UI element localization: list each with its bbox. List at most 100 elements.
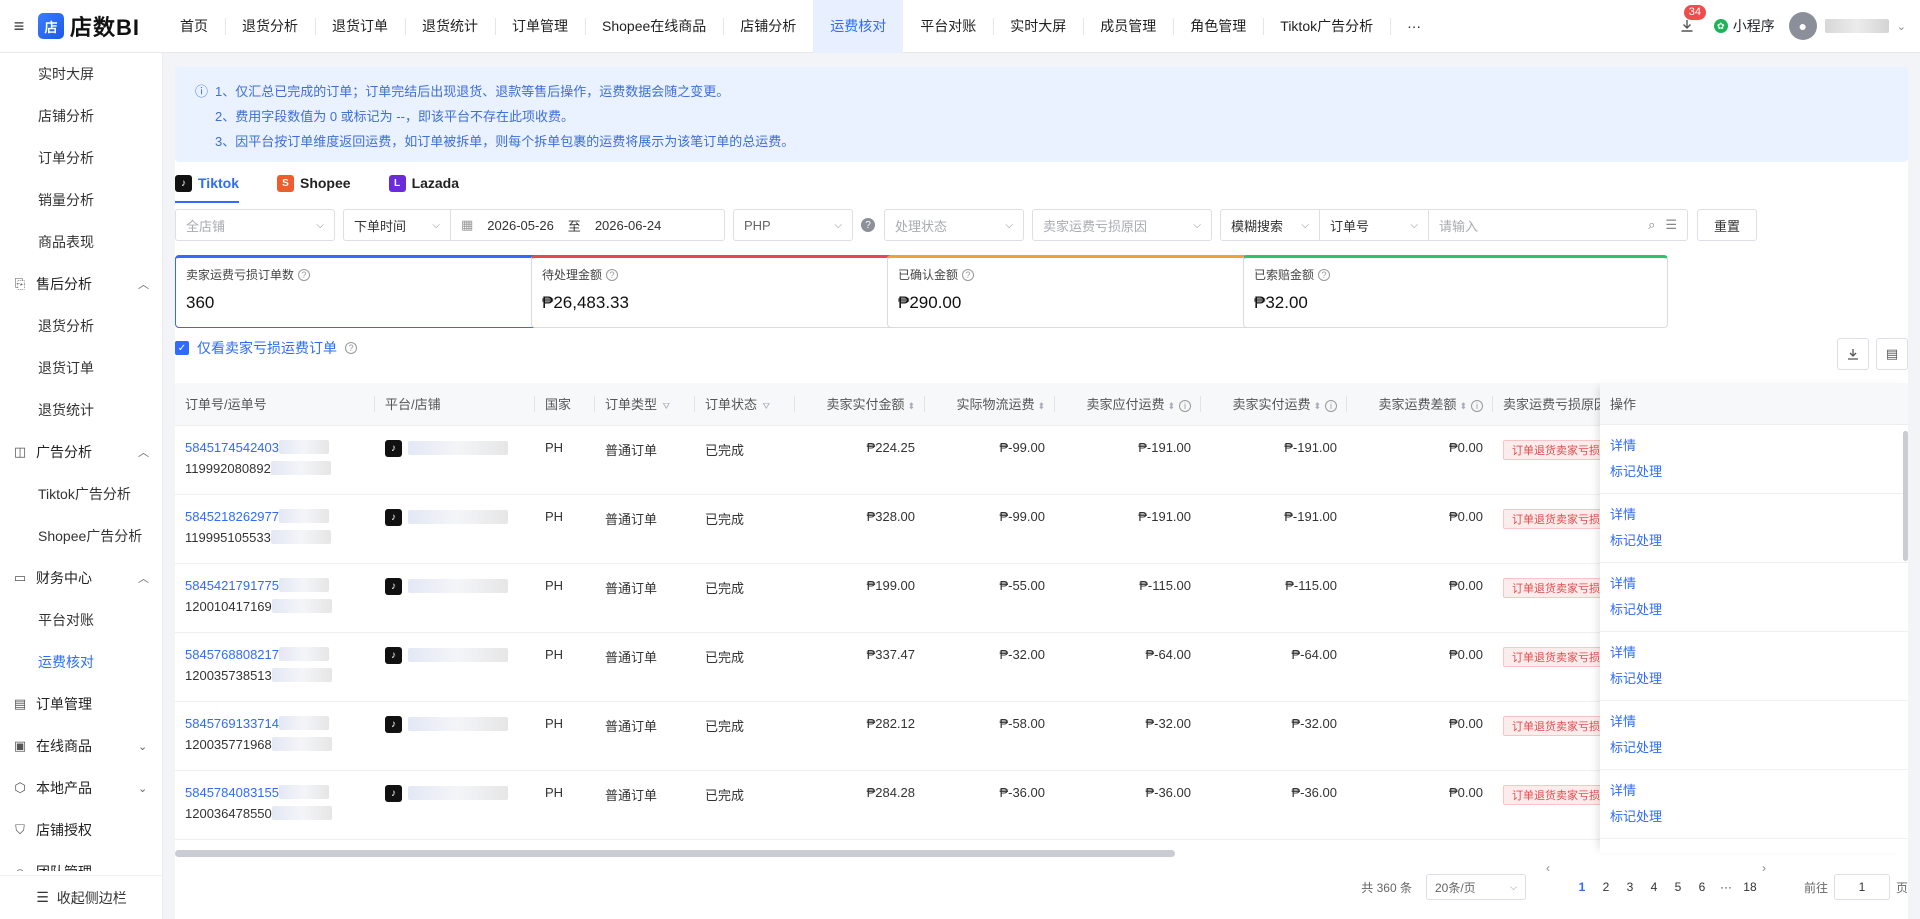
help-icon[interactable]: ? <box>345 342 357 354</box>
mark-handled-link[interactable]: 标记处理 <box>1610 804 1898 830</box>
mark-handled-link[interactable]: 标记处理 <box>1610 597 1898 623</box>
page-button[interactable]: 2 <box>1594 880 1618 894</box>
sidebar-item[interactable]: 退货订单 <box>0 347 162 389</box>
order-number-link[interactable]: 5845768808217 <box>185 647 279 662</box>
column-header[interactable]: 实际物流运费 ⬍ <box>925 383 1055 426</box>
nav-tab-5[interactable]: Shopee在线商品 <box>585 0 723 53</box>
sidebar-item[interactable]: 商品表现 <box>0 221 162 263</box>
filter-icon[interactable]: ⛛ <box>660 401 671 411</box>
nav-tab-7[interactable]: 运费核对 <box>813 0 904 53</box>
status-select[interactable]: 处理状态 ⌵ <box>884 209 1024 241</box>
tab-lazada[interactable]: L Lazada <box>388 163 459 203</box>
order-number-link[interactable]: 5845769133714 <box>185 716 279 731</box>
search-field-select[interactable]: 订单号 ⌵ <box>1319 209 1429 241</box>
user-menu[interactable]: ● ⌄ <box>1788 12 1906 40</box>
detail-link[interactable]: 详情 <box>1610 571 1898 597</box>
search-icon[interactable]: ⌕ <box>1648 217 1655 233</box>
sidebar-item[interactable]: Shopee广告分析 <box>0 515 162 557</box>
collapse-sidebar-button[interactable]: ☰ 收起侧边栏 <box>0 875 163 919</box>
sidebar-item[interactable]: 订单分析 <box>0 137 162 179</box>
column-header[interactable]: 卖家实付金额 ⬍ <box>795 383 925 426</box>
goto-page-input[interactable]: 1 <box>1833 874 1890 900</box>
detail-link[interactable]: 详情 <box>1610 778 1898 804</box>
order-number-link[interactable]: 5845174542403 <box>185 440 279 455</box>
prev-page-button[interactable]: ‹ <box>1546 861 1570 914</box>
order-number-link[interactable]: 5845218262977 <box>185 509 279 524</box>
nav-tab-12[interactable]: Tiktok广告分析 <box>1263 0 1390 53</box>
nav-tab-0[interactable]: 首页 <box>163 0 225 53</box>
sidebar-group[interactable]: ⛉ 店铺授权 <box>0 809 162 851</box>
sidebar-item[interactable]: 实时大屏 <box>0 53 162 95</box>
help-icon[interactable]: ? <box>606 268 619 281</box>
nav-tab-13[interactable]: ··· <box>1390 0 1438 53</box>
date-range-picker[interactable]: ▦ 2026-05-26 至 2026-06-24 <box>450 209 725 241</box>
column-header[interactable]: 卖家实付运费 ⬍ i <box>1201 383 1347 426</box>
filter-icon[interactable]: ⛛ <box>760 401 771 411</box>
loss-reason-select[interactable]: 卖家运费亏损原因 ⌵ <box>1032 209 1212 241</box>
mark-handled-link[interactable]: 标记处理 <box>1610 459 1898 485</box>
mark-handled-link[interactable]: 标记处理 <box>1610 666 1898 692</box>
next-page-button[interactable]: › <box>1762 861 1786 914</box>
menu-icon[interactable]: ≡ <box>0 16 38 37</box>
nav-tab-2[interactable]: 退货订单 <box>315 0 405 53</box>
tab-shopee[interactable]: S Shopee <box>276 163 351 203</box>
sidebar-item[interactable]: 平台对账 <box>0 599 162 641</box>
sidebar-group[interactable]: ◫ 广告分析 ︿ <box>0 431 162 473</box>
sidebar-group[interactable]: ⬡ 本地产品 ⌄ <box>0 767 162 809</box>
page-button[interactable]: ··· <box>1714 880 1738 894</box>
sidebar-group[interactable]: ▭ 财务中心 ︿ <box>0 557 162 599</box>
detail-link[interactable]: 详情 <box>1610 709 1898 735</box>
only-loss-checkbox[interactable]: ✓ 仅看卖家亏损运费订单 ? <box>175 338 357 358</box>
nav-tab-4[interactable]: 订单管理 <box>495 0 585 53</box>
reset-button[interactable]: 重置 <box>1697 209 1757 241</box>
page-button[interactable]: 5 <box>1666 880 1690 894</box>
nav-tab-9[interactable]: 实时大屏 <box>993 0 1083 53</box>
search-mode-select[interactable]: 模糊搜索 ⌵ <box>1220 209 1320 241</box>
order-number-link[interactable]: 5845421791775 <box>185 578 279 593</box>
sort-icon[interactable]: ⬍ <box>907 401 915 411</box>
info-icon[interactable]: i <box>1325 400 1337 413</box>
help-icon[interactable]: ? <box>861 218 875 232</box>
tab-tiktok[interactable]: ♪ Tiktok <box>175 163 239 203</box>
mark-handled-link[interactable]: 标记处理 <box>1610 528 1898 554</box>
order-number-link[interactable]: 5845784083155 <box>185 785 279 800</box>
help-icon[interactable]: ? <box>962 268 975 281</box>
list-icon[interactable]: ☰ <box>1665 217 1677 233</box>
sort-icon[interactable]: ⬍ <box>1459 401 1467 411</box>
page-button[interactable]: 3 <box>1618 880 1642 894</box>
page-size-select[interactable]: 20条/页 ⌵ <box>1425 874 1526 900</box>
page-button[interactable]: 1 <box>1570 880 1594 894</box>
mark-handled-link[interactable]: 标记处理 <box>1610 735 1898 761</box>
sort-icon[interactable]: ⬍ <box>1167 401 1175 411</box>
nav-tab-10[interactable]: 成员管理 <box>1083 0 1173 53</box>
export-button[interactable] <box>1837 338 1869 370</box>
nav-tab-1[interactable]: 退货分析 <box>225 0 315 53</box>
sort-icon[interactable]: ⬍ <box>1313 401 1321 411</box>
vertical-scrollbar[interactable] <box>1903 431 1908 561</box>
sidebar-group[interactable]: ▣ 在线商品 ⌄ <box>0 725 162 767</box>
download-center-button[interactable]: 34 <box>1674 5 1707 39</box>
sort-icon[interactable]: ⬍ <box>1037 401 1045 411</box>
detail-link[interactable]: 详情 <box>1610 502 1898 528</box>
sidebar-item[interactable]: 销量分析 <box>0 179 162 221</box>
sidebar-group[interactable]: ☺ 团队管理⌄ <box>0 851 162 871</box>
shop-select[interactable]: 全店铺 ⌵ <box>175 209 335 241</box>
help-icon[interactable]: ? <box>298 268 311 281</box>
detail-link[interactable]: 详情 <box>1610 640 1898 666</box>
page-button[interactable]: 6 <box>1690 880 1714 894</box>
sidebar-item[interactable]: 退货统计 <box>0 389 162 431</box>
currency-select[interactable]: PHP ⌵ <box>733 209 853 241</box>
column-header[interactable]: 卖家应付运费 ⬍ i <box>1055 383 1201 426</box>
nav-tab-11[interactable]: 角色管理 <box>1173 0 1263 53</box>
help-icon[interactable]: ? <box>1318 268 1331 281</box>
nav-tab-3[interactable]: 退货统计 <box>405 0 495 53</box>
page-button[interactable]: 4 <box>1642 880 1666 894</box>
page-button[interactable]: 18 <box>1738 880 1762 894</box>
horizontal-scrollbar[interactable] <box>175 850 1175 857</box>
sidebar-item[interactable]: 运费核对 <box>0 641 162 683</box>
detail-link[interactable]: 详情 <box>1610 433 1898 459</box>
column-header[interactable]: 卖家运费差额 ⬍ i <box>1347 383 1493 426</box>
column-settings-button[interactable]: ▤ <box>1876 338 1908 370</box>
info-icon[interactable]: i <box>1179 400 1191 413</box>
sidebar-group[interactable]: ⎘ 售后分析 ︿ <box>0 263 162 305</box>
